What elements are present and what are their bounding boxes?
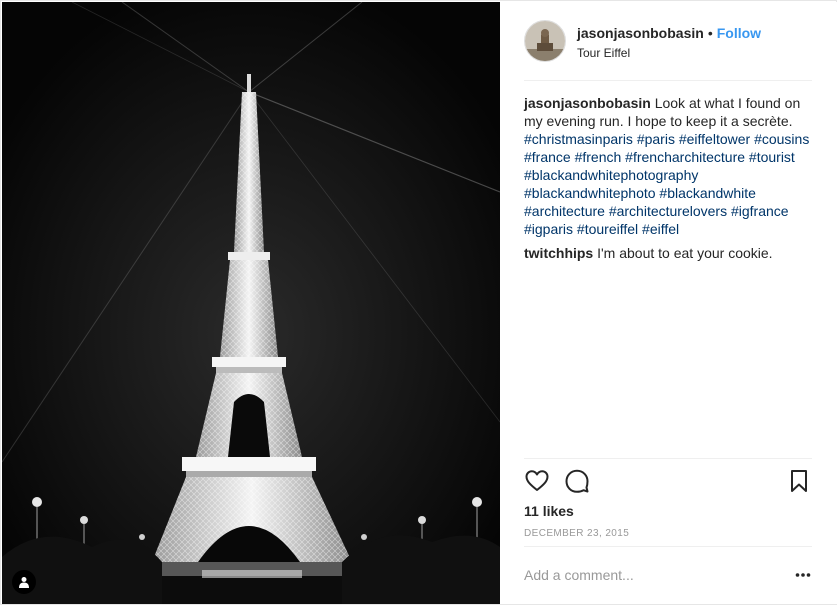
add-comment-input[interactable] — [524, 565, 764, 585]
caption-hashtags[interactable]: #christmasinparis #paris #eiffeltower #c… — [524, 131, 809, 237]
tagged-users-button[interactable] — [12, 570, 36, 594]
post-date[interactable]: DECEMBER 23, 2015 — [524, 528, 629, 539]
username-link[interactable]: jasonjasonbobasin — [577, 25, 704, 41]
bookmark-icon — [791, 470, 807, 492]
avatar-image — [525, 21, 565, 61]
more-options-button[interactable] — [795, 568, 811, 582]
user-tag-icon — [19, 577, 29, 588]
comment-text: I'm about to eat your cookie. — [593, 245, 773, 261]
more-options-icon — [795, 573, 811, 577]
location-link[interactable]: Tour Eiffel — [577, 46, 630, 60]
heart-icon — [525, 470, 549, 491]
follow-button[interactable]: Follow — [717, 25, 761, 41]
comment-divider — [524, 546, 812, 547]
caption: jasonjasonbobasin Look at what I found o… — [524, 94, 813, 238]
actions-divider — [524, 458, 812, 459]
comment-button[interactable] — [564, 468, 590, 494]
comment-item: twitchhips I'm about to eat your cookie. — [524, 244, 813, 262]
like-button[interactable] — [524, 468, 550, 494]
post-header: jasonjasonbobasin • Follow Tour Eiffel — [524, 20, 812, 81]
save-button[interactable] — [786, 468, 812, 494]
caption-username[interactable]: jasonjasonbobasin — [524, 95, 651, 111]
comments-list: jasonjasonbobasin Look at what I found o… — [524, 94, 813, 268]
post-actions — [524, 468, 812, 496]
post-photo[interactable] — [2, 2, 500, 604]
eiffel-tower-night-image — [2, 2, 500, 604]
likes-count[interactable]: 11 likes — [524, 503, 574, 519]
user-line: jasonjasonbobasin • Follow — [577, 25, 761, 41]
post-card: jasonjasonbobasin • Follow Tour Eiffel jas… — [0, 0, 837, 605]
separator-dot: • — [707, 25, 713, 41]
comment-username[interactable]: twitchhips — [524, 245, 593, 261]
avatar[interactable] — [524, 20, 566, 62]
post-side-panel: jasonjasonbobasin • Follow Tour Eiffel jas… — [502, 2, 837, 604]
comment-bubble-icon — [565, 469, 589, 493]
